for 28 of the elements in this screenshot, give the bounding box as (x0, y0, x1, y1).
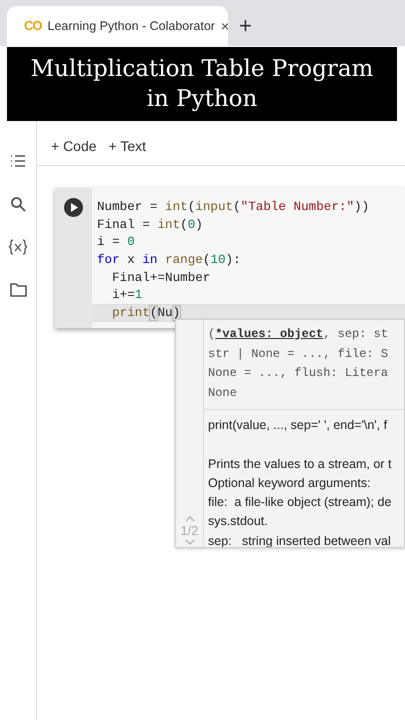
signature-line: (*values: object, sep: st (208, 326, 390, 343)
doc-line: sep: string inserted between val (208, 532, 392, 547)
close-icon[interactable]: × (220, 16, 230, 36)
doc-line: file: a file-like object (stream); de (208, 494, 392, 512)
code-cell[interactable]: Number = int(input("Table Number:")) Final = int(0) i = 0 for x in range(10): Final+=Number i+=1 print(Nu) (55, 188, 405, 328)
code-line: for x in range(10): (96, 252, 242, 269)
new-tab-button[interactable]: + (239, 15, 252, 37)
banner-title-line: Multiplication Table Program (30, 55, 374, 84)
code-line: i = 0 (96, 234, 136, 252)
page-indicator: 1/2 (180, 522, 199, 539)
signature-line: None (208, 384, 238, 402)
doc-line: sys.stdout. (208, 513, 269, 530)
add-cell-button[interactable]: + Code (51, 136, 97, 157)
banner-title-line: in Python (146, 85, 258, 114)
code-line: Number = int(input("Table Number:")) (96, 199, 370, 216)
doc-line: Optional keyword arguments: (208, 474, 372, 492)
run-button[interactable] (64, 198, 83, 217)
add-cell-button[interactable]: + Text (108, 136, 146, 157)
browser-tab[interactable]: CO Learning Python - Colaborator × (7, 6, 228, 46)
signature-line: str | None = ..., file: S (208, 346, 390, 362)
colab-logo: CO (24, 17, 42, 36)
doc-line: print(value, ..., sep=' ', end='\n', f (208, 417, 388, 434)
tab-title: Learning Python - Colaborator (48, 18, 215, 35)
doc-line: Prints the values to a stream, or t (208, 456, 392, 473)
code-line: Final+=Number (111, 270, 212, 286)
code-line: i+=1 (111, 287, 144, 304)
signature-line: None = ..., flush: Litera (208, 365, 390, 382)
code-line: Final = int(0) (96, 216, 204, 234)
